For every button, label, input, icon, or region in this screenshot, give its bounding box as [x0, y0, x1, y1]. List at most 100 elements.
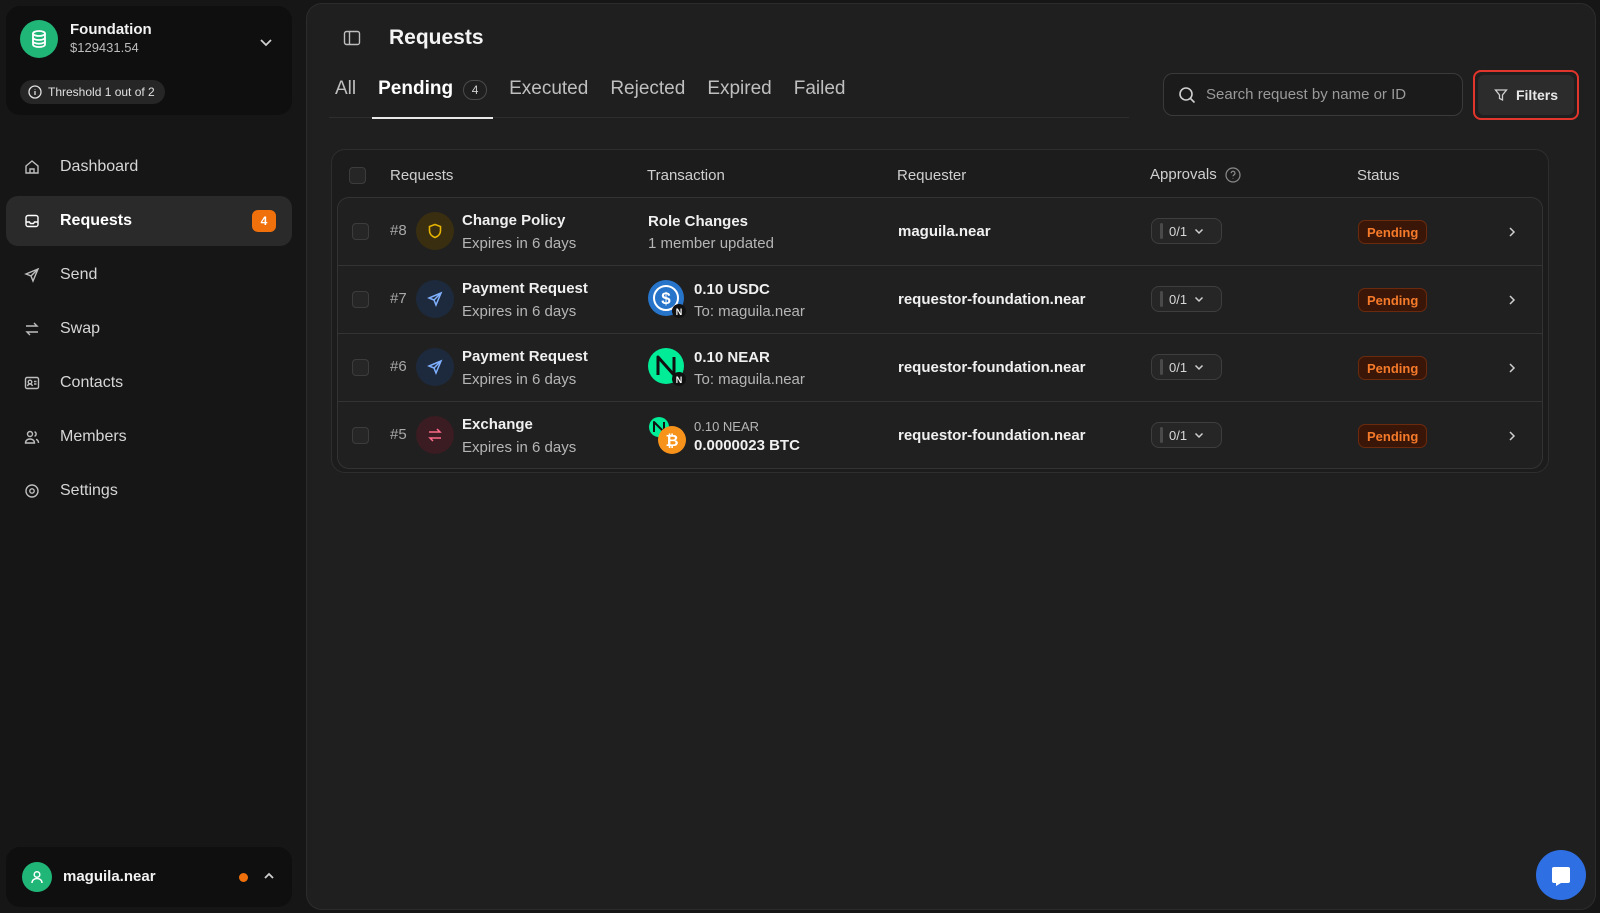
- swap-icon: [416, 416, 454, 454]
- tab-label: Rejected: [610, 78, 686, 99]
- tab-all[interactable]: All: [329, 70, 362, 118]
- chat-button[interactable]: [1536, 850, 1586, 900]
- page-title: Requests: [389, 26, 484, 49]
- filter-icon: [1494, 89, 1508, 102]
- tab-expired[interactable]: Expired: [701, 70, 777, 118]
- sidebar-item-settings[interactable]: Settings: [6, 466, 292, 516]
- notification-dot: [239, 873, 248, 882]
- sidebar-item-swap[interactable]: Swap: [6, 304, 292, 354]
- sidebar-item-label: Requests: [60, 212, 133, 229]
- chevron-down-icon: [1195, 364, 1204, 371]
- inbox-icon: [24, 213, 40, 229]
- status-badge: Pending: [1358, 220, 1428, 244]
- chevron-right-icon[interactable]: [1506, 361, 1518, 373]
- table-row[interactable]: #6 Payment Request Expires in 6 days N 0…: [338, 334, 1542, 402]
- database-icon: [20, 20, 58, 58]
- shield-icon: [416, 212, 454, 250]
- request-id: #7: [390, 290, 407, 307]
- approvals-dropdown[interactable]: 0/1: [1151, 218, 1222, 244]
- help-icon[interactable]: [1225, 166, 1241, 183]
- search-icon: [1179, 86, 1196, 103]
- approvals-value: 0/1: [1169, 291, 1188, 307]
- chevron-right-icon[interactable]: [1506, 225, 1518, 237]
- tab-failed[interactable]: Failed: [788, 70, 852, 118]
- filters-button[interactable]: Filters: [1473, 70, 1579, 120]
- chevron-up-icon[interactable]: [262, 869, 276, 883]
- sidebar-item-members[interactable]: Members: [6, 412, 292, 462]
- contacts-icon: [24, 375, 40, 391]
- table-row[interactable]: #8 Change Policy Expires in 6 days Role …: [338, 198, 1542, 266]
- send-icon: [416, 280, 454, 318]
- table-row[interactable]: #7 Payment Request Expires in 6 days $ N…: [338, 266, 1542, 334]
- sidebar-item-label: Settings: [60, 482, 118, 499]
- tab-label: Expired: [707, 78, 772, 99]
- exchange-to-amount: 0.0000023 BTC: [694, 437, 800, 454]
- header-requests: Requests: [390, 167, 454, 184]
- chat-icon: [1552, 867, 1570, 886]
- tab-rejected[interactable]: Rejected: [604, 70, 691, 118]
- request-title: Change Policy: [462, 212, 566, 229]
- near-btc-icon: ₿: [648, 416, 686, 454]
- org-name: Foundation: [70, 21, 152, 38]
- org-card[interactable]: Foundation $129431.54 Threshold 1 out of…: [6, 6, 292, 115]
- approvals-dropdown[interactable]: 0/1: [1151, 422, 1222, 448]
- status-badge: Pending: [1358, 288, 1428, 312]
- sidebar-nav: Dashboard Requests 4 Send Swap Contacts …: [6, 142, 292, 520]
- table-header: Requests Transaction Requester Approvals…: [332, 150, 1548, 200]
- tab-label: Executed: [509, 78, 589, 99]
- transaction-recipient: To: maguila.near: [694, 303, 805, 320]
- near-icon: N: [648, 348, 686, 386]
- sidebar-item-contacts[interactable]: Contacts: [6, 358, 292, 408]
- exchange-from-amount: 0.10 NEAR: [694, 419, 760, 434]
- approvals-dropdown[interactable]: 0/1: [1151, 354, 1222, 380]
- tab-executed[interactable]: Executed: [503, 70, 594, 118]
- transaction-amount: 0.10 NEAR: [694, 349, 770, 366]
- table-row[interactable]: #5 Exchange Expires in 6 days ₿ 0.10 NEA…: [338, 402, 1542, 468]
- row-checkbox[interactable]: [352, 359, 369, 376]
- sidebar-item-dashboard[interactable]: Dashboard: [6, 142, 292, 192]
- chevron-down-icon[interactable]: [258, 34, 274, 50]
- tab-label: Failed: [793, 78, 846, 99]
- select-all-checkbox[interactable]: [349, 167, 366, 184]
- request-id: #8: [390, 222, 407, 239]
- sidebar-item-label: Dashboard: [60, 158, 139, 175]
- tab-count-badge: 4: [463, 80, 488, 100]
- sidebar-item-label: Contacts: [60, 374, 124, 391]
- sidebar-toggle-icon[interactable]: [343, 30, 361, 46]
- user-card[interactable]: maguila.near: [6, 847, 292, 907]
- row-checkbox[interactable]: [352, 223, 369, 240]
- request-expiry: Expires in 6 days: [462, 303, 577, 320]
- requester: maguila.near: [898, 223, 991, 240]
- sidebar: Foundation $129431.54 Threshold 1 out of…: [0, 0, 300, 913]
- tabs: All Pending 4 Executed Rejected Expired …: [329, 70, 1129, 119]
- request-expiry: Expires in 6 days: [462, 439, 577, 456]
- svg-text:$: $: [661, 289, 671, 308]
- chevron-right-icon[interactable]: [1506, 293, 1518, 305]
- approvals-dropdown[interactable]: 0/1: [1151, 286, 1222, 312]
- requester: requestor-foundation.near: [898, 359, 1086, 376]
- request-expiry: Expires in 6 days: [462, 371, 577, 388]
- approvals-value: 0/1: [1169, 427, 1188, 443]
- usdc-icon: $ N: [648, 280, 686, 318]
- search-input[interactable]: [1206, 86, 1446, 103]
- gear-icon: [24, 483, 40, 499]
- sidebar-item-label: Send: [60, 266, 98, 283]
- request-title: Payment Request: [462, 280, 588, 297]
- transaction-subtitle: 1 member updated: [648, 235, 774, 252]
- request-id: #5: [390, 426, 407, 443]
- sidebar-item-requests[interactable]: Requests 4: [6, 196, 292, 246]
- row-checkbox[interactable]: [352, 427, 369, 444]
- header-status: Status: [1357, 167, 1400, 184]
- chevron-right-icon[interactable]: [1506, 429, 1518, 441]
- sidebar-item-send[interactable]: Send: [6, 250, 292, 300]
- sidebar-item-label: Swap: [60, 320, 101, 337]
- status-badge: Pending: [1358, 424, 1428, 448]
- sidebar-item-label: Members: [60, 428, 127, 445]
- search-box: [1163, 73, 1463, 116]
- request-expiry: Expires in 6 days: [462, 235, 577, 252]
- header-approvals-label: Approvals: [1150, 166, 1217, 183]
- tab-label: All: [335, 78, 357, 99]
- approvals-value: 0/1: [1169, 223, 1188, 239]
- tab-pending[interactable]: Pending 4: [372, 70, 494, 119]
- row-checkbox[interactable]: [352, 291, 369, 308]
